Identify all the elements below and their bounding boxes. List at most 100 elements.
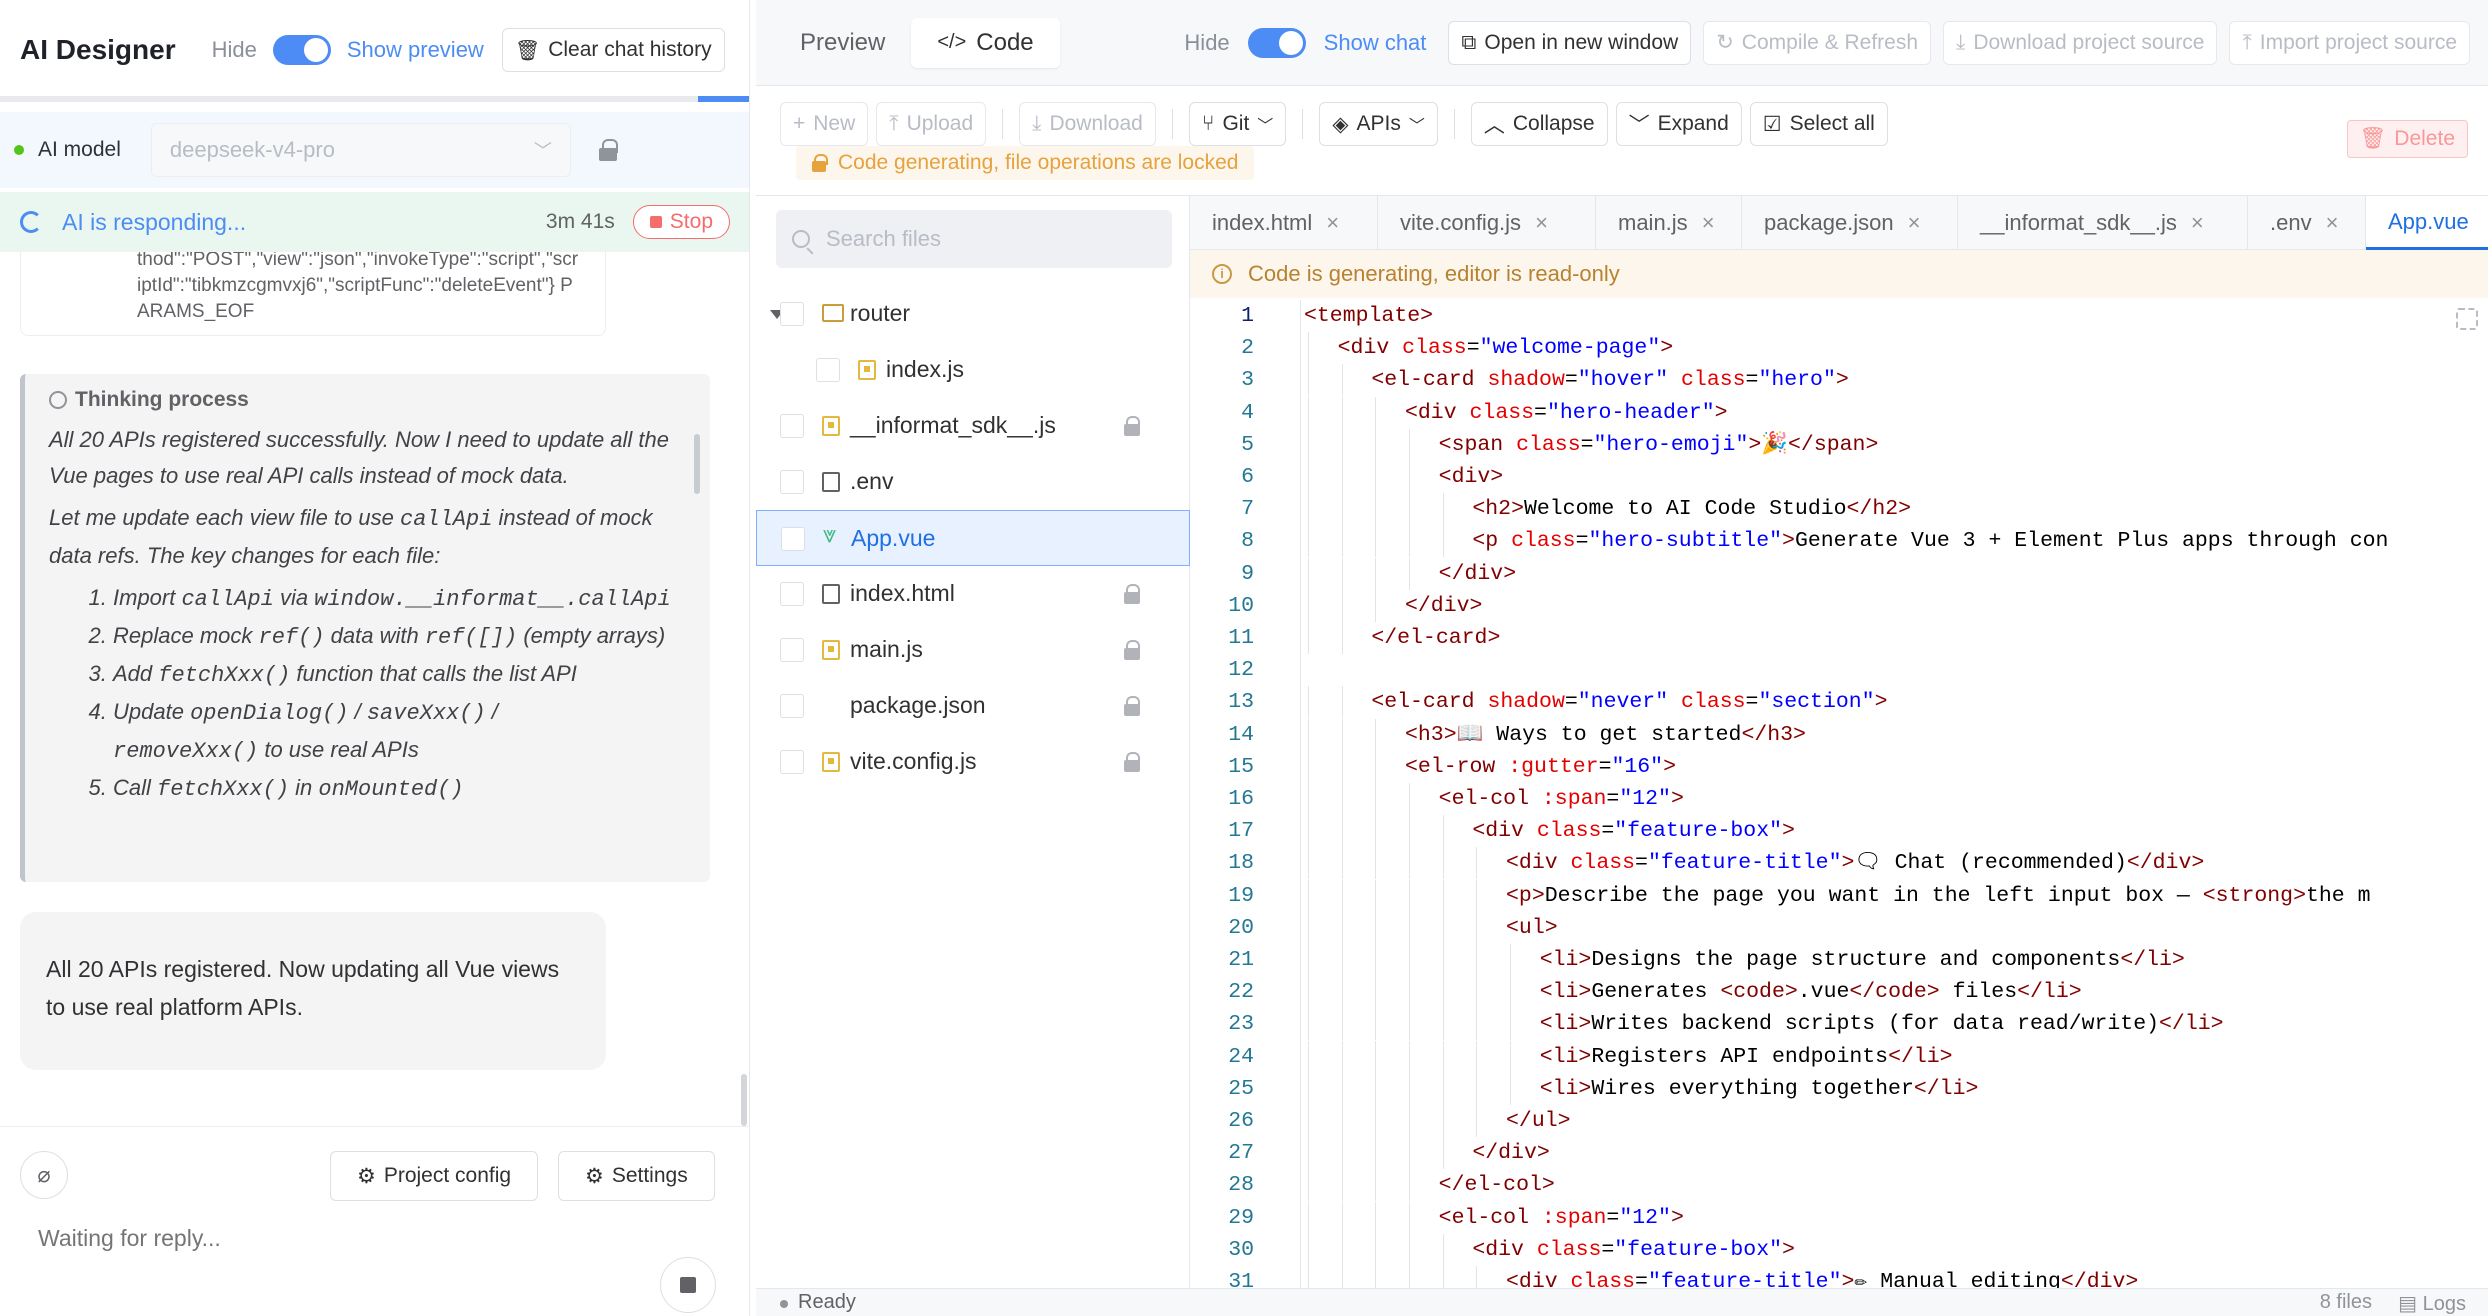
file-checkbox[interactable] [816,358,840,382]
file-checkbox[interactable] [780,694,804,718]
editor-tab[interactable]: App.vue [2366,196,2488,250]
line-number: 4 [1241,400,1254,425]
close-icon[interactable]: × [1326,210,1339,236]
editor-tab[interactable]: vite.config.js × [1378,196,1596,250]
thinking-step: Replace mock ref() data with ref([]) (em… [113,618,686,656]
file-tree-row[interactable]: package.json [756,678,1190,734]
new-file-button[interactable]: + New [780,102,869,146]
editor-tab[interactable]: __informat_sdk__.js × [1958,196,2248,250]
show-chat-label[interactable]: Show chat [1324,30,1427,56]
tab-code[interactable]: </> Code [911,17,1060,68]
elapsed-time: 3m 41s [545,210,615,233]
clear-chat-history-button[interactable]: 🗑 Clear chat history [501,28,725,72]
file-checkbox[interactable] [780,470,804,494]
code-text: <h3>📖 Ways to get started</h3> [1405,722,1806,747]
file-tree-row[interactable]: main.js [756,622,1190,678]
file-checkbox[interactable] [781,527,805,551]
delete-button[interactable]: 🗑 Delete [2346,120,2468,158]
model-select[interactable]: deepseek-v4-pro ﹀ [150,123,571,177]
file-tree-row[interactable]: .env [756,454,1190,510]
editor-tab[interactable]: index.html × [1190,196,1378,250]
git-dropdown[interactable]: ⑂ Git ﹀ [1188,102,1287,146]
code-text: <div class="hero-header"> [1405,400,1728,425]
code-line: 16 <el-col :span="12"> [1190,783,2488,815]
code-line: 26 </ul> [1190,1105,2488,1137]
stop-button[interactable]: Stop [632,205,730,239]
file-checkbox[interactable] [780,302,804,326]
file-tree-row[interactable]: index.html [756,566,1190,622]
apis-dropdown[interactable]: ◈ APIs ﹀ [1319,102,1438,146]
show-preview-label[interactable]: Show preview [347,37,484,63]
line-number: 12 [1228,658,1254,683]
chat-input[interactable] [38,1225,598,1252]
js-file-icon [858,360,876,380]
code-text: <p>Describe the page you want in the lef… [1506,883,2371,908]
file-tree-row[interactable]: index.js [756,342,1190,398]
logs-icon: ▤ [2398,1293,2418,1315]
code-text: <div class="welcome-page"> [1337,336,1674,361]
close-icon[interactable]: × [2191,210,2204,236]
code-line: 7 <h2>Welcome to AI Code Studio</h2> [1190,493,2488,526]
close-icon[interactable]: × [1535,210,1548,236]
compile-refresh-button[interactable]: ↻ Compile & Refresh [1703,20,1932,65]
project-config-button[interactable]: ⚙ Project config [330,1151,539,1201]
code-text: <li>Designs the page structure and compo… [1539,948,2185,972]
line-number: 16 [1228,787,1254,811]
expand-button[interactable]: ﹀ Expand [1615,102,1742,146]
editor-tab[interactable]: package.json × [1742,196,1958,250]
file-tree-row[interactable]: __informat_sdk__.js [756,398,1190,454]
file-checkbox[interactable] [780,582,804,606]
code-text: <el-col :span="12"> [1438,787,1684,811]
close-icon[interactable]: × [1908,210,1921,236]
file-checkbox[interactable] [780,414,804,438]
chat-scrollbar[interactable] [741,1074,747,1126]
file-tree-row[interactable]: router [756,286,1190,342]
download-button[interactable]: ⤓ Download [1019,102,1156,146]
chat-toggle[interactable] [1247,27,1306,58]
fullscreen-icon[interactable] [2456,308,2478,330]
editor-tab-label: main.js [1618,210,1688,235]
paperclip-icon: ⌀ [37,1162,51,1187]
external-link-icon: ⧉ [1461,30,1477,54]
stop-generation-button[interactable] [660,1257,716,1313]
editor-tab[interactable]: main.js × [1596,196,1742,250]
file-checkbox[interactable] [780,750,804,774]
download-icon: ⤓ [1956,30,1966,54]
file-tree-row[interactable]: vite.config.js [756,734,1190,790]
line-number: 10 [1228,593,1254,618]
close-icon[interactable]: × [2326,210,2339,236]
line-number: 14 [1228,722,1254,747]
settings-button[interactable]: ⚙ Settings [558,1151,715,1201]
tab-preview[interactable]: Preview [774,18,911,68]
file-tree-row[interactable]: ⩔ App.vue [756,510,1190,566]
line-number: 30 [1228,1237,1254,1262]
file-search-input[interactable] [826,226,1146,252]
logs-button[interactable]: ▤ Logs [2398,1291,2466,1316]
chevron-down-icon: ﹀ [1408,118,1425,135]
code-line: 18 <div class="feature-title">🗨 Chat (rec… [1190,847,2488,880]
file-search[interactable] [776,210,1172,268]
code-line: 4 <div class="hero-header"> [1190,396,2488,429]
preview-toggle[interactable] [272,35,331,65]
collapse-button[interactable]: ︿ Collapse [1470,102,1608,146]
editor-tab[interactable]: .env × [2248,196,2366,250]
code-content[interactable]: 1 <template> 2 <div class="welcome-page"> 3 <… [1190,300,2488,1288]
chat-messages[interactable]: thod":"POST","view":"json","invokeType":… [0,252,740,1122]
file-checkbox[interactable] [780,638,804,662]
download-source-button[interactable]: ⤓ Download project source [1943,20,2218,65]
plus-icon: + [793,112,806,135]
select-all-button[interactable]: ☑ Select all [1749,102,1888,146]
responding-row: AI is responding... 3m 41s Stop [0,192,749,252]
open-new-window-button[interactable]: ⧉ Open in new window [1448,20,1692,65]
upload-button[interactable]: ⤒ Upload [876,102,987,146]
thinking-title[interactable]: Thinking process [49,388,686,412]
line-number: 23 [1228,1012,1254,1037]
lock-icon [598,139,618,161]
close-icon[interactable]: × [1702,210,1715,236]
upload-icon: ⤒ [889,112,899,135]
line-number: 22 [1228,980,1254,1005]
code-panel: Preview </> Code Hide Show chat ⧉ Open i… [756,0,2488,1316]
import-source-button[interactable]: ⤒ Import project source [2229,20,2470,65]
thinking-scrollbar[interactable] [694,434,700,494]
attach-button[interactable]: ⌀ [20,1151,68,1199]
